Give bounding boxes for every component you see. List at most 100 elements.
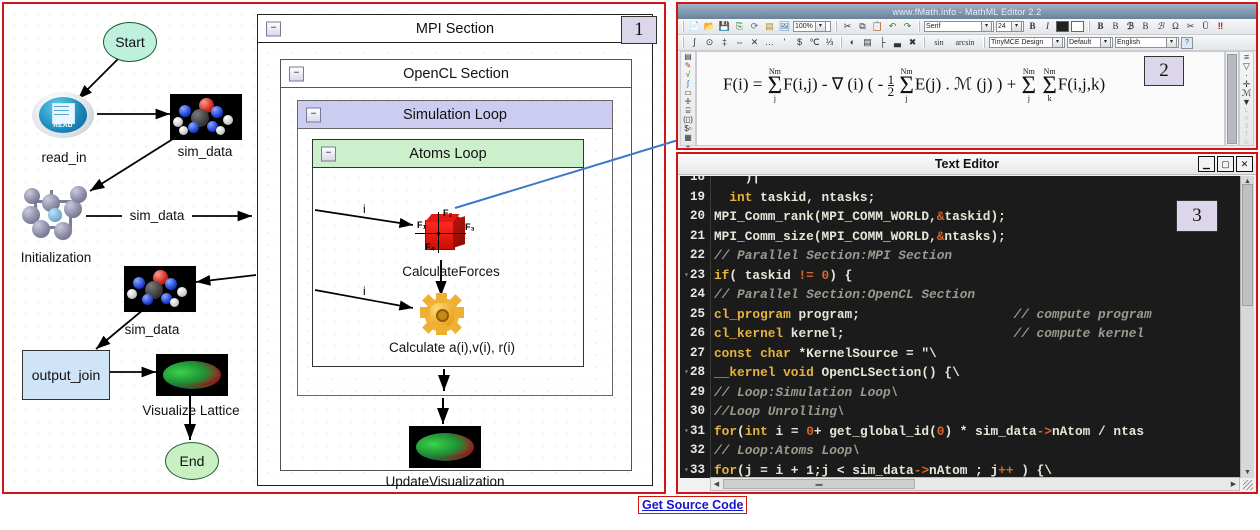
curve-icon[interactable]: ⌁ <box>682 143 695 151</box>
circle-dot-icon[interactable]: ⊙ <box>703 37 716 49</box>
image-icon[interactable]: 🖼 <box>778 21 791 33</box>
code-horizontal-scrollbar[interactable]: ◀ ▬ ▶ <box>710 477 1240 491</box>
collapse-icon-mpi[interactable]: − <box>266 21 281 36</box>
style-b2-icon[interactable]: B <box>1109 21 1122 33</box>
close-icon[interactable]: ✕ <box>1236 156 1253 172</box>
integral-tool-icon[interactable]: ∫ <box>682 80 695 88</box>
mathml-title-bar[interactable]: www.fMath.info - MathML Editor 2.2 <box>678 4 1256 19</box>
code-line[interactable]: cl_program program; // compute program <box>711 305 1254 325</box>
code-line[interactable]: // Parallel Section:OpenCL Section <box>711 285 1254 305</box>
mathml-toolbar-row-1[interactable]: 📄 📂 💾 ⎘ ⟳ ▤ 🖼 100% ▾ ✂ ⧉ 📋 ↶ ↷ Serif ▾ 2 <box>678 19 1256 35</box>
mathml-toolbar-row-2[interactable]: ∫ ⊙ ‡ ⇔ ✕ … ' $ ℃ ⅓ ◐ ▤ ├ ▃ ✖ sin arcsin… <box>678 35 1256 51</box>
cross-icon[interactable]: ✕ <box>748 37 761 49</box>
down-icon[interactable]: ▼ <box>1240 98 1253 107</box>
import-icon[interactable]: ⎘ <box>733 21 746 33</box>
scrollbar-thumb[interactable] <box>1227 54 1237 144</box>
code-line[interactable]: )| <box>711 176 1254 188</box>
get-source-code-link[interactable]: Get Source Code <box>638 496 748 514</box>
code-line[interactable]: if( taskid != 0) { <box>711 266 1254 286</box>
language-select[interactable]: English ▾ <box>1115 37 1179 48</box>
text-editor-window[interactable]: Text Editor ▁ ▢ ✕ 18 19 20 21 22 ▾ 23 24 25 26 27 ▾… <box>676 152 1258 494</box>
style-b5-icon[interactable]: ℬ <box>1154 21 1167 33</box>
omega-icon[interactable]: Ω <box>1169 21 1182 33</box>
copy-icon[interactable]: ⧉ <box>856 21 869 33</box>
code-line[interactable]: // Loop:Simulation Loop\ <box>711 383 1254 403</box>
text-color-icon[interactable] <box>1056 21 1069 32</box>
mathml-editor-window[interactable]: www.fMath.info - MathML Editor 2.2 📄 📂 💾… <box>676 2 1258 151</box>
export-icon[interactable]: ▤ <box>763 21 776 33</box>
style-b1-icon[interactable]: B <box>1094 21 1107 33</box>
node-read-in[interactable]: READ <box>32 92 94 138</box>
window-controls[interactable]: ▁ ▢ ✕ <box>1198 156 1253 172</box>
integral-icon[interactable]: ∫ <box>688 37 701 49</box>
font-family-select[interactable]: Serif ▾ <box>924 21 994 32</box>
code-line[interactable]: // Loop:Atoms Loop\ <box>711 441 1254 461</box>
scroll-left-icon[interactable]: ◀ <box>711 478 722 490</box>
scissors-icon[interactable]: ✂ <box>1184 21 1197 33</box>
bar-icon[interactable]: ▃ <box>891 37 904 49</box>
divider-icon[interactable]: ▭ <box>682 89 695 97</box>
minimize-icon[interactable]: ▁ <box>1198 156 1215 172</box>
mathml-vertical-toolbar[interactable]: ▤ ✎ √ ∫ ▭ ✛ ⌸ (▯) $▫ ▦ ⌁ <box>680 51 696 151</box>
mathml-canvas[interactable]: F(i) = Nm Σ j F(i,j) - ∇ (i) ( - 1 2 Nm <box>696 51 1225 146</box>
table-icon[interactable]: ▤ <box>861 37 874 49</box>
contrast-icon[interactable]: ◐ <box>846 37 859 49</box>
section-opencl-header[interactable]: − OpenCL Section <box>281 60 631 88</box>
code-line[interactable]: cl_kernel kernel; // compute kernel <box>711 324 1254 344</box>
u-macron-icon[interactable]: Ū <box>1199 21 1212 33</box>
chevron-down-icon[interactable]: ▾ <box>981 21 992 32</box>
fraction-icon[interactable]: ⌸ <box>682 107 695 115</box>
code-line[interactable]: int taskid, ntasks; <box>711 188 1254 208</box>
red-mark-icon[interactable]: ‼ <box>1214 21 1227 33</box>
code-line[interactable]: // Parallel Section:MPI Section <box>711 246 1254 266</box>
code-line[interactable]: __kernel void OpenCLSection() {\ <box>711 363 1254 383</box>
script-icon[interactable]: $▫ <box>682 125 695 133</box>
code-line[interactable]: for(int i = 0+ get_global_id(0) * sim_da… <box>711 422 1254 442</box>
ellipsis-icon[interactable]: … <box>763 37 776 49</box>
sin-button[interactable]: sin <box>929 37 949 49</box>
help-icon[interactable]: ? <box>1181 36 1193 49</box>
background-color-icon[interactable] <box>1071 21 1084 32</box>
paste-icon[interactable]: 📋 <box>871 21 884 33</box>
chevron-down-icon[interactable]: ▾ <box>1100 37 1111 48</box>
collapse-icon-opencl[interactable]: − <box>289 66 304 81</box>
node-initialization-image[interactable] <box>20 186 90 244</box>
save-icon[interactable]: 💾 <box>718 21 731 33</box>
section-mpi[interactable]: − MPI Section − OpenCL Section − Simulat… <box>257 14 653 489</box>
open-icon[interactable]: 📂 <box>703 21 716 33</box>
code-line[interactable]: const char *KernelSource = "\ <box>711 344 1254 364</box>
scroll-right-icon[interactable]: ▶ <box>1228 478 1239 490</box>
node-update-visualization-image[interactable] <box>409 426 481 468</box>
maximize-icon[interactable]: ▢ <box>1217 156 1234 172</box>
code-line[interactable]: for(j = i + 1;j < sim_data->nAtom ; j++ … <box>711 461 1254 479</box>
double-arrow-icon[interactable]: ⇔ <box>733 37 746 49</box>
undo-icon[interactable]: ↶ <box>886 21 899 33</box>
refresh-icon[interactable]: ⟳ <box>748 21 761 33</box>
node-output-join[interactable]: output_join <box>22 350 110 400</box>
design-select[interactable]: TinyMCE Design ▾ <box>989 37 1065 48</box>
chevron-down-icon[interactable]: ▾ <box>1011 21 1022 32</box>
fraction-third-icon[interactable]: ⅓ <box>823 37 836 49</box>
node-sim-data-image-1[interactable] <box>170 94 242 140</box>
pen-icon[interactable]: ✎ <box>682 62 695 70</box>
code-scrollbar-thumb[interactable] <box>1242 184 1253 306</box>
text-editor-title-bar[interactable]: Text Editor ▁ ▢ ✕ <box>678 154 1256 175</box>
code-vertical-scrollbar[interactable]: ▲ ▼ <box>1240 176 1254 478</box>
sqrt-icon[interactable]: √ <box>682 71 695 79</box>
section-mpi-header[interactable]: − MPI Section <box>258 15 652 43</box>
matrix-icon[interactable]: ▤ <box>682 53 695 61</box>
chevron-down-icon[interactable]: ▾ <box>814 21 826 32</box>
code-lines[interactable]: )| int taskid, ntasks; MPI_Comm_rank(MPI_… <box>711 176 1254 478</box>
hscroll-thumb[interactable]: ▬ <box>723 479 915 489</box>
zoom-select[interactable]: 100% ▾ <box>793 21 831 32</box>
chevron-down-icon[interactable]: ▾ <box>1052 37 1063 48</box>
celsius-icon[interactable]: ℃ <box>808 37 821 49</box>
arcsin-button[interactable]: arcsin <box>951 37 979 49</box>
delete-icon[interactable]: ✖ <box>906 37 919 49</box>
dollar-icon[interactable]: $ <box>793 37 806 49</box>
preset-select[interactable]: Default ▾ <box>1067 37 1113 48</box>
chevron-down-icon[interactable]: ▾ <box>1166 37 1177 48</box>
node-sim-data-image-2[interactable] <box>124 266 196 312</box>
code-area[interactable]: 1819202122▾2324252627▾282930▾3132▾333435… <box>680 176 1254 478</box>
dagger-icon[interactable]: ‡ <box>718 37 731 49</box>
